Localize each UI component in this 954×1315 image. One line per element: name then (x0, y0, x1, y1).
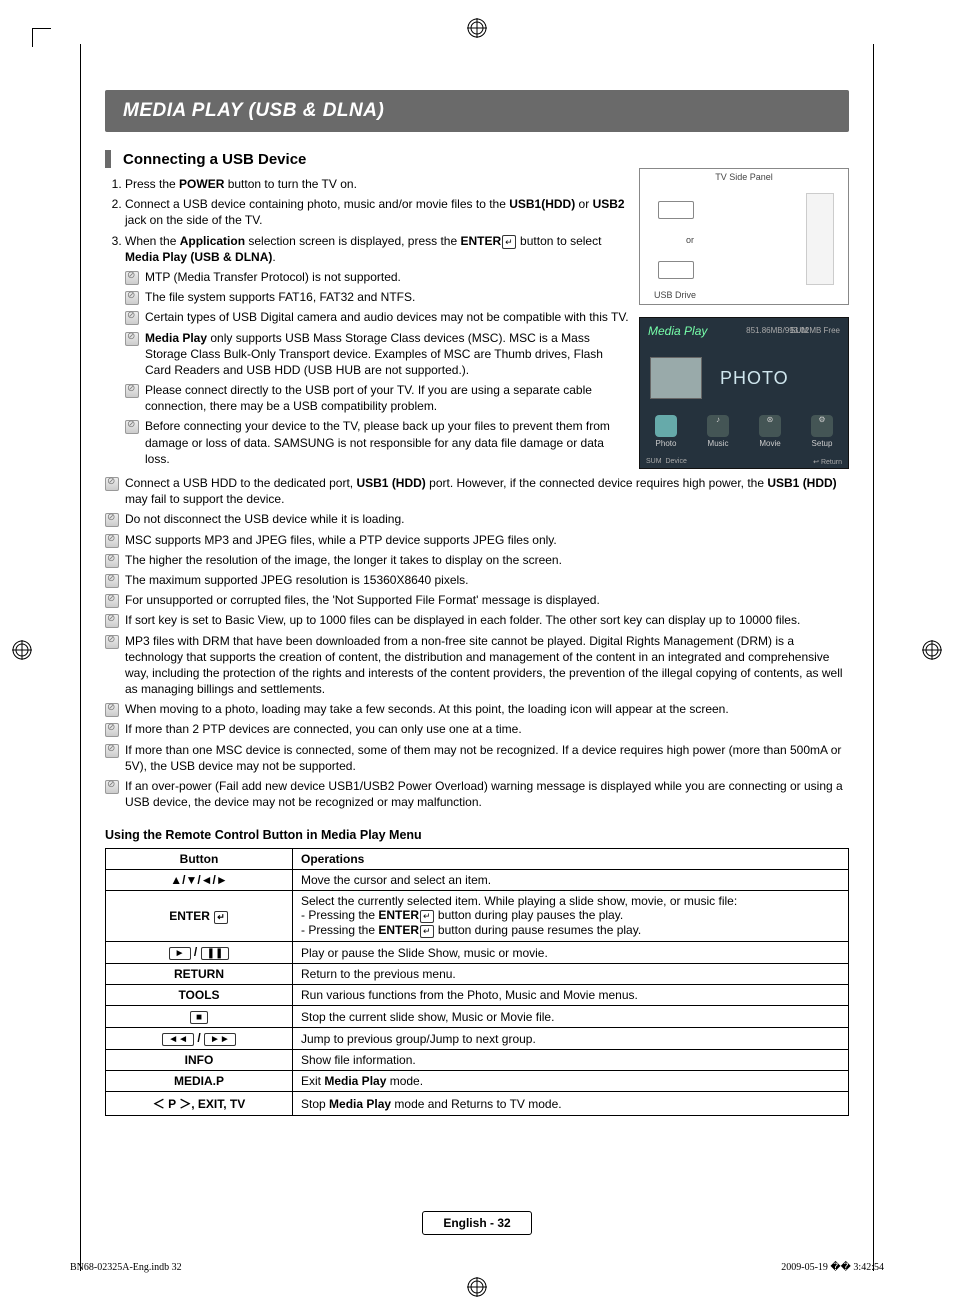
op: Exit Media Play mode. (293, 1071, 849, 1092)
note: MSC supports MP3 and JPEG files, while a… (105, 532, 849, 548)
note: Media Play only supports USB Mass Storag… (125, 330, 629, 379)
registration-mark-left (12, 640, 32, 660)
op: Jump to previous group/Jump to next grou… (293, 1028, 849, 1050)
play-icon: ► (169, 947, 191, 960)
cut-line-right (873, 44, 874, 1271)
subsection-title: Connecting a USB Device (123, 151, 306, 168)
remote-buttons-table: Button Operations ▲/▼/◄/►Move the cursor… (105, 848, 849, 1116)
btn-return: RETURN (106, 964, 293, 985)
btn-arrows: ▲/▼/◄/► (106, 870, 293, 891)
media-tab-photo: Photo (655, 415, 677, 448)
note: Certain types of USB Digital camera and … (125, 309, 629, 325)
usb-plug-icon (658, 201, 694, 219)
notes-continued: Connect a USB HDD to the dedicated port,… (105, 475, 849, 810)
op: Run various functions from the Photo, Mu… (293, 985, 849, 1006)
page-footer: English - 32 (0, 1211, 954, 1235)
op: Show file information. (293, 1050, 849, 1071)
photo-big-label: PHOTO (720, 368, 789, 389)
movie-icon: ⊛ (759, 415, 781, 437)
section-header: MEDIA PLAY (USB & DLNA) (105, 90, 849, 132)
op: Play or pause the Slide Show, music or m… (293, 942, 849, 964)
col-button: Button (106, 849, 293, 870)
op: Select the currently selected item. Whil… (293, 891, 849, 942)
note: The file system supports FAT16, FAT32 an… (125, 289, 629, 305)
btn-play-pause: ► / ❚❚ (106, 942, 293, 964)
crop-mark (32, 28, 51, 47)
registration-mark-bottom (467, 1277, 487, 1297)
page-number: English - 32 (422, 1211, 531, 1235)
note: Connect a USB HDD to the dedicated port,… (105, 475, 849, 507)
note: MTP (Media Transfer Protocol) is not sup… (125, 269, 629, 285)
btn-tools: TOOLS (106, 985, 293, 1006)
stop-icon: ■ (190, 1011, 208, 1024)
note: If sort key is set to Basic View, up to … (105, 612, 849, 628)
note: If more than one MSC device is connected… (105, 742, 849, 774)
device-free-label: 851.86MB/993.02MB Free (746, 326, 840, 335)
media-tab-movie: ⊛Movie (759, 415, 781, 448)
subsection-bar (105, 150, 111, 168)
btn-mediap: MEDIA.P (106, 1071, 293, 1092)
music-icon: ♪ (707, 415, 729, 437)
note: MP3 files with DRM that have been downlo… (105, 633, 849, 698)
media-tab-setup: ⚙Setup (811, 415, 833, 448)
cut-line-left (80, 44, 81, 1271)
tv-side-panel-diagram: TV Side Panel or USB Drive (639, 168, 849, 305)
note: Please connect directly to the USB port … (125, 382, 629, 414)
btn-enter: ENTER ↵ (106, 891, 293, 942)
registration-mark-right (922, 640, 942, 660)
print-timestamp: 2009-05-19 �� 3:42:54 (781, 1262, 884, 1273)
op: Move the cursor and select an item. (293, 870, 849, 891)
step-3: When the Application selection screen is… (125, 233, 629, 467)
note: Before connecting your device to the TV,… (125, 418, 629, 467)
note: The maximum supported JPEG resolution is… (105, 572, 849, 588)
gear-icon: ⚙ (811, 415, 833, 437)
step-1: Press the POWER button to turn the TV on… (125, 176, 629, 192)
doc-id: BN68-02325A-Eng.indb 32 (70, 1262, 182, 1273)
note: Do not disconnect the USB device while i… (105, 511, 849, 527)
note: When moving to a photo, loading may take… (105, 701, 849, 717)
op: Stop Media Play mode and Returns to TV m… (293, 1092, 849, 1116)
btn-exit: ＜ P ＞, EXIT, TV (106, 1092, 293, 1116)
btn-stop: ■ (106, 1006, 293, 1028)
note: If more than 2 PTP devices are connected… (105, 721, 849, 737)
note: The higher the resolution of the image, … (105, 552, 849, 568)
remote-heading: Using the Remote Control Button in Media… (105, 828, 849, 842)
photo-thumbnail (650, 357, 702, 399)
op: Stop the current slide show, Music or Mo… (293, 1006, 849, 1028)
tv-port-strip (806, 193, 834, 285)
steps-list: Press the POWER button to turn the TV on… (105, 176, 629, 467)
col-operations: Operations (293, 849, 849, 870)
usb-drive-label: USB Drive (654, 290, 696, 300)
tv-panel-label: TV Side Panel (640, 172, 848, 182)
enter-icon: ↵ (420, 910, 434, 923)
registration-mark-top (467, 18, 487, 38)
note: If an over-power (Fail add new device US… (105, 778, 849, 810)
step-2: Connect a USB device containing photo, m… (125, 196, 629, 228)
enter-icon: ↵ (502, 235, 516, 249)
enter-icon: ↵ (214, 911, 228, 924)
usb-plug-icon (658, 261, 694, 279)
btn-info: INFO (106, 1050, 293, 1071)
enter-icon: ↵ (420, 925, 434, 938)
pause-icon: ❚❚ (201, 947, 230, 960)
media-play-screenshot: Media Play SUM 851.86MB/993.02MB Free PH… (639, 317, 849, 469)
media-tab-music: ♪Music (707, 415, 729, 448)
btn-skip: ◄◄ / ►► (106, 1028, 293, 1050)
next-icon: ►► (204, 1033, 236, 1046)
op: Return to the previous menu. (293, 964, 849, 985)
or-label: or (686, 235, 694, 245)
prev-icon: ◄◄ (162, 1033, 194, 1046)
note: For unsupported or corrupted files, the … (105, 592, 849, 608)
